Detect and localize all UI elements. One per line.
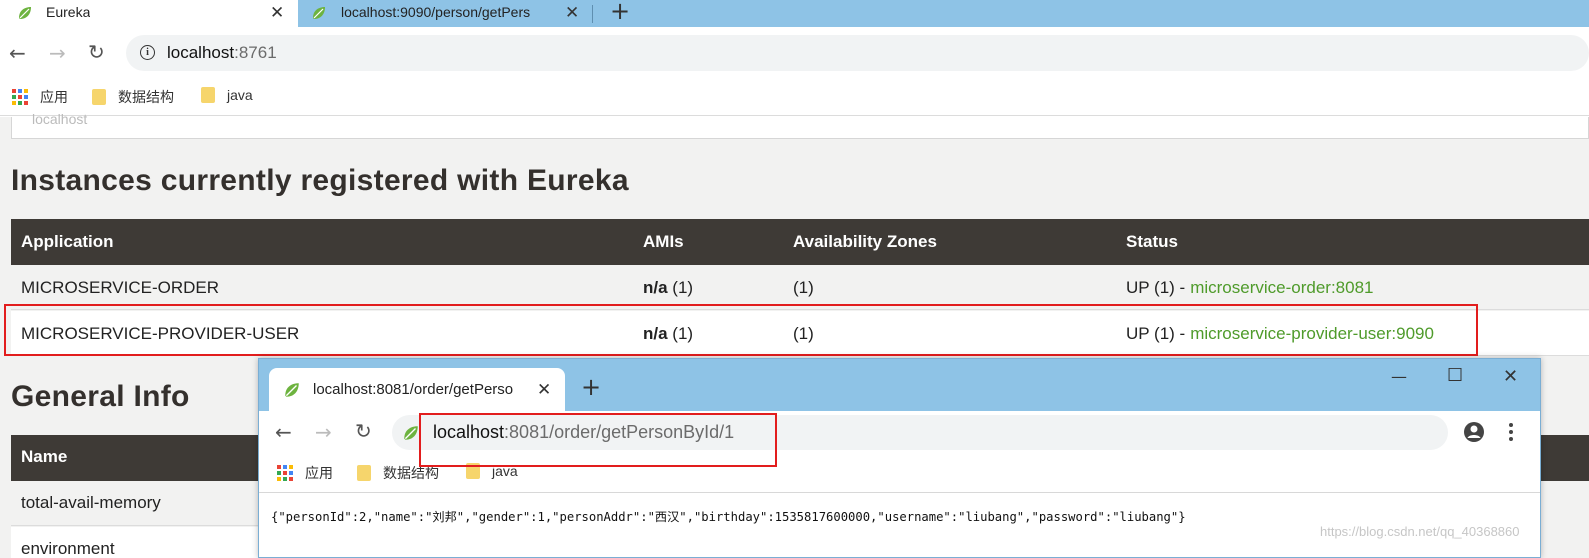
watermark: https://blog.csdn.net/qq_40368860: [1320, 524, 1520, 539]
minimize-icon[interactable]: —: [1391, 367, 1407, 386]
table-header: Application AMIs Availability Zones Stat…: [11, 219, 1589, 265]
address-bar[interactable]: i localhost:8761: [126, 35, 1589, 71]
back-icon[interactable]: ←: [9, 41, 26, 65]
column-amis: AMIs: [643, 232, 684, 251]
highlight-box-provider-user: [4, 304, 1478, 356]
previous-table-cell: localhost: [11, 111, 1589, 139]
tab-eureka[interactable]: Eureka ✕: [0, 0, 298, 27]
bookmarks-bar: 应用 数据结构 java: [0, 78, 1589, 116]
close-tab-icon[interactable]: ✕: [565, 3, 579, 23]
folder-icon: [357, 465, 371, 481]
reload-icon[interactable]: ↻: [355, 419, 372, 443]
general-table-header: Name: [11, 435, 261, 481]
tab-separator: [592, 5, 593, 23]
column-status: Status: [1126, 232, 1178, 251]
instance-link[interactable]: microservice-order:8081: [1190, 278, 1373, 298]
folder-icon: [201, 87, 215, 103]
spring-leaf-icon: [404, 426, 418, 440]
bookmark-apps[interactable]: 应用: [12, 87, 68, 107]
reload-icon[interactable]: ↻: [88, 40, 105, 64]
tab-label: localhost:9090/person/getPers: [341, 4, 531, 20]
menu-icon[interactable]: [1507, 421, 1515, 443]
forward-icon[interactable]: →: [315, 420, 332, 444]
bookmark-label: 应用: [40, 89, 68, 105]
info-icon[interactable]: i: [140, 45, 155, 60]
toolbar: ← → ↻ i localhost:8761: [0, 27, 1589, 78]
json-response: {"personId":2,"name":"刘邦","gender":1,"pe…: [271, 510, 1186, 524]
spring-leaf-icon: [313, 7, 325, 19]
apps-grid-icon: [277, 465, 293, 481]
bookmark-label: java: [227, 87, 253, 103]
spring-leaf-icon: [285, 383, 299, 397]
folder-icon: [92, 89, 106, 105]
general-info-heading: General Info: [11, 380, 190, 413]
new-tab-button[interactable]: +: [610, 0, 630, 25]
apps-grid-icon: [12, 89, 28, 105]
url-host: localhost: [167, 43, 235, 62]
ami-count: (1): [672, 277, 694, 297]
tab-person[interactable]: localhost:9090/person/getPers ✕: [298, 0, 591, 27]
account-icon[interactable]: [1463, 421, 1485, 443]
tab-label: localhost:8081/order/getPerso: [313, 381, 514, 398]
info-name: environment: [21, 539, 115, 558]
new-tab-button[interactable]: +: [581, 373, 601, 401]
address-text: localhost:8761: [167, 43, 277, 63]
column-name: Name: [21, 447, 68, 466]
maximize-icon[interactable]: ☐: [1447, 365, 1463, 386]
bookmark-label: 数据结构: [118, 89, 174, 105]
close-tab-icon[interactable]: ✕: [537, 380, 551, 400]
previous-cell-text: localhost: [32, 111, 88, 127]
status-text: UP (1) -: [1126, 277, 1186, 297]
column-application: Application: [21, 232, 114, 251]
instances-heading: Instances currently registered with Eure…: [11, 164, 629, 197]
tab-strip: Eureka ✕ localhost:9090/person/getPers ✕…: [0, 0, 1589, 27]
column-availability-zones: Availability Zones: [793, 232, 937, 251]
close-window-icon[interactable]: ✕: [1503, 366, 1518, 387]
info-name: total-avail-memory: [21, 493, 161, 512]
bookmark-apps[interactable]: 应用: [277, 463, 333, 483]
screen: Eureka ✕ localhost:9090/person/getPers ✕…: [0, 0, 1589, 558]
url-port: :8761: [234, 43, 277, 62]
bookmark-label: 应用: [305, 465, 333, 481]
tab-label: Eureka: [46, 4, 91, 20]
close-tab-icon[interactable]: ✕: [270, 3, 284, 23]
forward-icon[interactable]: →: [49, 41, 66, 65]
bookmark-folder-data-structures[interactable]: 数据结构: [92, 87, 174, 107]
bookmark-folder-java[interactable]: java: [201, 87, 253, 103]
table-row: total-avail-memory: [11, 481, 261, 526]
popup-tab[interactable]: localhost:8081/order/getPerso ✕: [269, 368, 565, 411]
ami-value: n/a: [643, 277, 668, 297]
back-icon[interactable]: ←: [275, 420, 292, 444]
table-row: environment: [11, 527, 261, 558]
popup-tab-strip: localhost:8081/order/getPerso ✕ + — ☐ ✕: [259, 359, 1540, 411]
highlight-box-url: [419, 413, 777, 467]
general-table-header-right: [1540, 435, 1589, 481]
spring-leaf-icon: [19, 7, 31, 19]
